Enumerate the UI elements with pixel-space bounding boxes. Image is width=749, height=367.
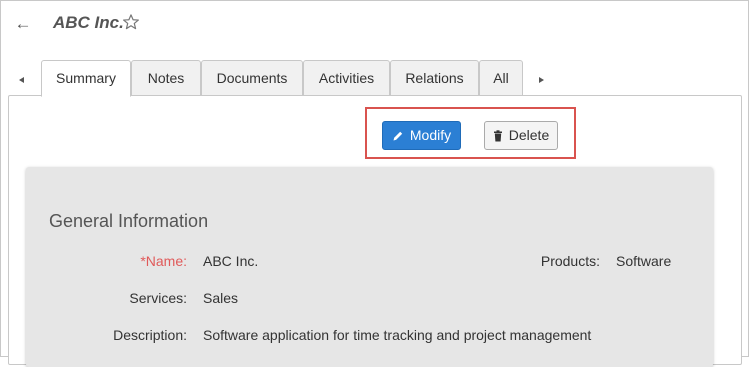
tab-relations[interactable]: Relations xyxy=(390,60,479,96)
section-title: General Information xyxy=(49,211,209,231)
triangle-right-icon[interactable] xyxy=(536,75,546,85)
back-arrow-icon[interactable]: ← xyxy=(13,13,33,35)
description-value: Software application for time tracking a… xyxy=(203,327,592,343)
tab-all[interactable]: All xyxy=(479,60,523,96)
record-title: ABC Inc. xyxy=(53,13,124,32)
delete-button[interactable]: Delete xyxy=(484,121,558,150)
pencil-icon xyxy=(393,131,403,140)
trash-icon xyxy=(493,129,502,141)
triangle-left-icon[interactable] xyxy=(17,75,27,85)
products-value: Software xyxy=(616,253,672,269)
description-label: Description: xyxy=(113,327,187,343)
products-label: Products: xyxy=(540,253,600,269)
star-outline-icon[interactable] xyxy=(122,13,140,31)
modify-button-label: Modify xyxy=(409,127,452,143)
app-window: ← ABC Inc. Summary Notes Documents Activ… xyxy=(0,0,749,367)
services-value: Sales xyxy=(203,290,239,306)
tab-notes[interactable]: Notes xyxy=(131,60,201,96)
name-label: *Name: xyxy=(140,253,187,269)
modify-button[interactable]: Modify xyxy=(382,121,461,150)
tab-summary[interactable]: Summary xyxy=(41,60,131,97)
tab-documents[interactable]: Documents xyxy=(201,60,303,96)
delete-button-label: Delete xyxy=(508,127,550,143)
services-label: Services: xyxy=(129,290,187,306)
tab-activities[interactable]: Activities xyxy=(303,60,390,96)
name-value: ABC Inc. xyxy=(203,253,259,269)
